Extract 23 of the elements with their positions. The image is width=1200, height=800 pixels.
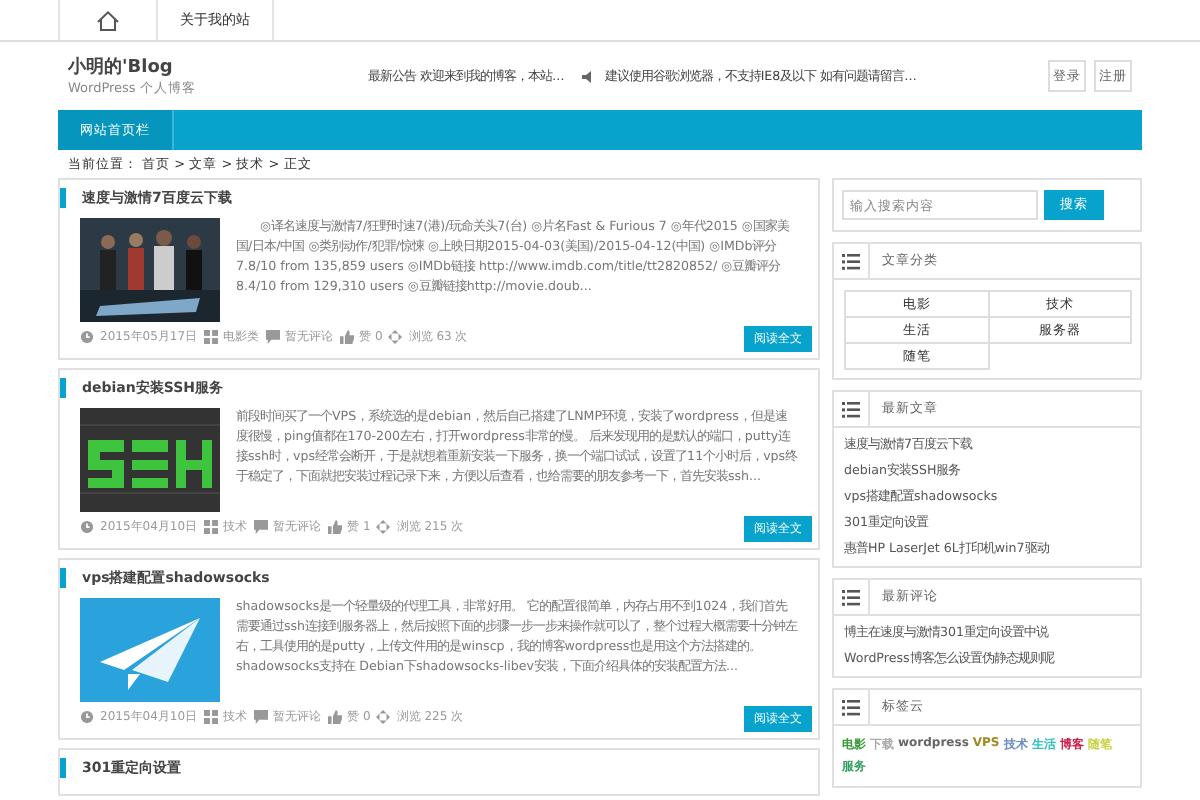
comment-icon [265,330,280,344]
comment-icon [253,710,268,724]
home-icon [96,9,120,31]
thumbs-up-icon [327,710,342,724]
list-icon [842,253,860,269]
home-button[interactable] [58,0,158,40]
thumbs-up-icon [327,520,342,534]
clock-icon [80,330,94,344]
speaker-icon [582,69,597,83]
list-icon [842,699,860,715]
list-icon [842,589,860,605]
site-name: 小明的'Blog [68,54,175,80]
clock-icon [80,520,94,534]
clock-icon [80,710,94,724]
grid-icon [203,330,218,344]
arrows-icon [388,330,403,344]
thumbs-up-icon [339,330,354,344]
list-icon [842,401,860,417]
grid-icon [203,520,218,534]
grid-icon [203,710,218,724]
arrows-icon [376,710,391,724]
comment-icon [253,520,268,534]
arrows-icon [376,520,391,534]
